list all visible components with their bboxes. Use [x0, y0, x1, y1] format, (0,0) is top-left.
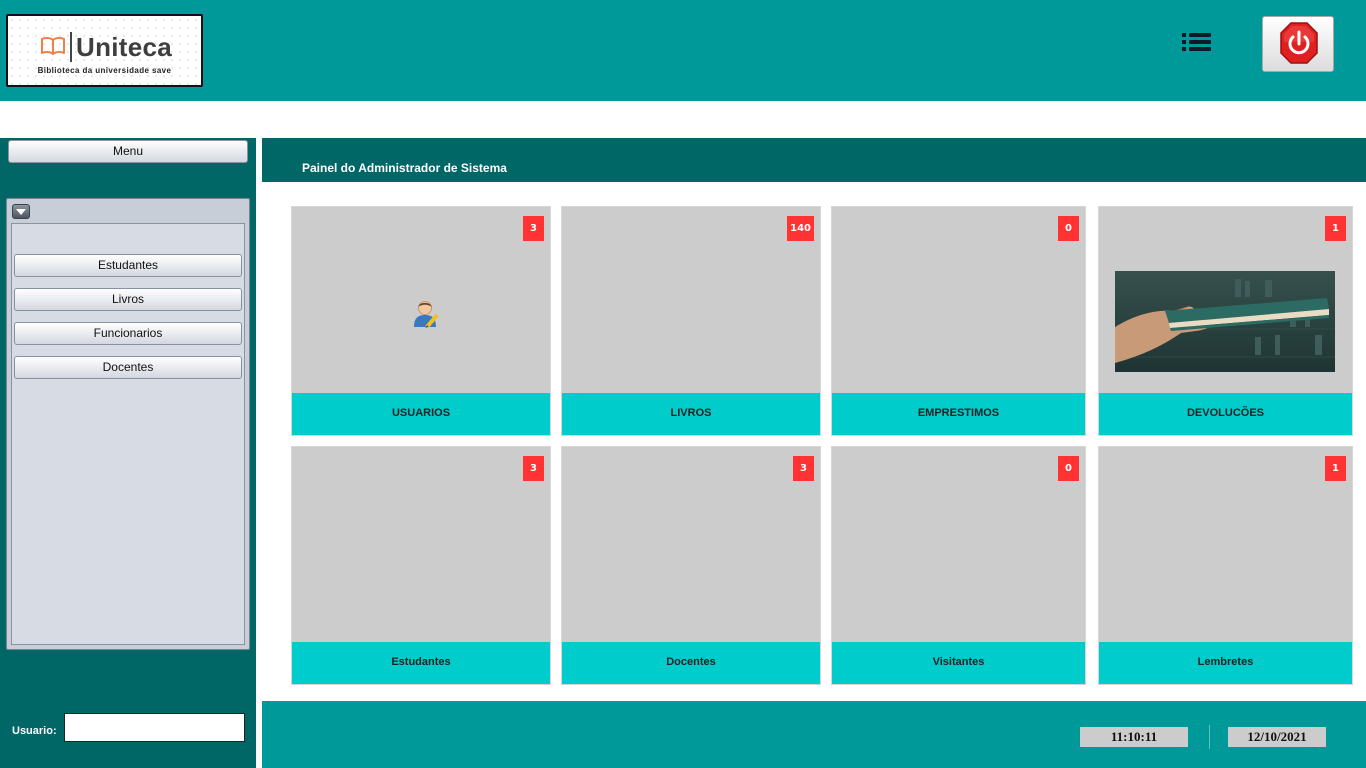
tile-docentes[interactable]: 3 Docentes — [561, 446, 821, 685]
list-icon[interactable] — [1181, 31, 1213, 53]
chevron-down-icon — [16, 209, 26, 215]
footer-separator — [1209, 725, 1210, 749]
page-title: Painel do Administrador de Sistema — [302, 161, 507, 175]
tile-estudantes[interactable]: 3 Estudantes — [291, 446, 551, 685]
tile-devolucoes[interactable]: 1 DEVOLUCÕES — [1098, 206, 1353, 436]
count-badge: 0 — [1058, 216, 1079, 241]
logout-button[interactable] — [1262, 16, 1334, 72]
collapse-toggle[interactable] — [12, 204, 30, 219]
tile-label: USUARIOS — [292, 393, 550, 435]
menu-button[interactable]: Menu — [8, 140, 248, 163]
tile-lembretes[interactable]: 1 Lembretes — [1098, 446, 1353, 685]
sidebar-item-livros[interactable]: Livros — [14, 288, 242, 311]
power-icon — [1280, 22, 1318, 64]
tile-label: DEVOLUCÕES — [1099, 393, 1352, 435]
logo: Uniteca Biblioteca da universidade save — [6, 14, 203, 87]
menu-panel: Estudantes Livros Funcionarios Docentes — [6, 198, 250, 650]
status-bar: 11:10:11 12/10/2021 — [262, 701, 1366, 768]
user-label: Usuario: — [12, 725, 57, 737]
tile-usuarios[interactable]: 3 USUARIOS — [291, 206, 551, 436]
top-bar: Uniteca Biblioteca da universidade save — [0, 0, 1366, 101]
logo-tagline: Biblioteca da universidade save — [37, 66, 172, 75]
count-badge: 3 — [523, 456, 544, 481]
logo-name: Uniteca — [76, 32, 173, 62]
time-display: 11:10:11 — [1080, 727, 1188, 747]
count-badge: 0 — [1058, 456, 1079, 481]
sidebar-item-funcionarios[interactable]: Funcionarios — [14, 322, 242, 345]
date-display: 12/10/2021 — [1228, 727, 1326, 747]
tile-livros[interactable]: 140 LIVROS — [561, 206, 821, 436]
user-input[interactable] — [64, 713, 245, 742]
tile-label: Lembretes — [1099, 642, 1352, 684]
count-badge: 3 — [793, 456, 814, 481]
user-edit-icon — [414, 301, 439, 329]
open-book-icon — [41, 36, 65, 55]
count-badge: 3 — [523, 216, 544, 241]
book-hand-image — [1115, 271, 1335, 372]
tile-label: EMPRESTIMOS — [832, 393, 1085, 435]
logo-separator — [70, 32, 72, 62]
menu-panel-body: Estudantes Livros Funcionarios Docentes — [11, 223, 245, 645]
count-badge: 1 — [1325, 456, 1346, 481]
sidebar-item-estudantes[interactable]: Estudantes — [14, 254, 242, 277]
tile-label: Estudantes — [292, 642, 550, 684]
tile-emprestimos[interactable]: 0 EMPRESTIMOS — [831, 206, 1086, 436]
count-badge: 140 — [787, 216, 814, 241]
tile-label: Docentes — [562, 642, 820, 684]
tile-label: Visitantes — [832, 642, 1085, 684]
sidebar: Menu Estudantes Livros Funcionarios Doce… — [0, 138, 256, 768]
panel-header: Painel do Administrador de Sistema — [262, 138, 1366, 182]
count-badge: 1 — [1325, 216, 1346, 241]
tile-label: LIVROS — [562, 393, 820, 435]
tile-visitantes[interactable]: 0 Visitantes — [831, 446, 1086, 685]
sidebar-item-docentes[interactable]: Docentes — [14, 356, 242, 379]
